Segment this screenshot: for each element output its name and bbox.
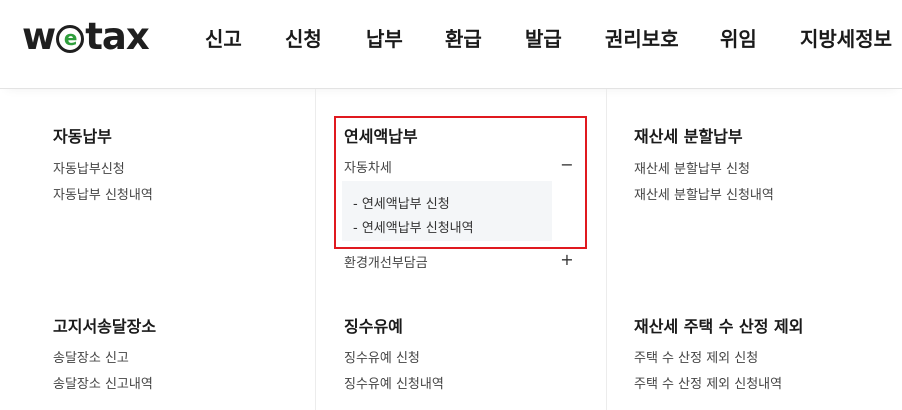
- nav-item-report[interactable]: 신고: [205, 24, 242, 54]
- nav-item-delegation[interactable]: 위임: [720, 24, 757, 54]
- deferral-history-link[interactable]: 징수유예 신청내역: [344, 373, 444, 392]
- plus-icon[interactable]: +: [560, 252, 574, 268]
- logo-e-icon: [56, 25, 85, 53]
- column-divider: [606, 89, 607, 410]
- annual-payment-apply-link[interactable]: - 연세액납부 신청: [353, 193, 450, 212]
- nav-item-payment[interactable]: 납부: [366, 24, 403, 54]
- logo-suffix: tax: [85, 15, 150, 58]
- house-count-title: 재산세 주택 수 산정 제외: [634, 317, 804, 336]
- notice-address-title: 고지서송달장소: [53, 317, 157, 336]
- header: wtax 신고 신청 납부 환급 발급 권리보호 위임 지방세정보: [0, 0, 902, 89]
- property-split-title: 재산세 분할납부: [634, 127, 743, 146]
- nav-item-issuance[interactable]: 발급: [525, 24, 562, 54]
- deferral-apply-link[interactable]: 징수유예 신청: [344, 347, 420, 366]
- vehicle-tax-item[interactable]: 자동차세: [344, 157, 392, 176]
- auto-payment-apply-link[interactable]: 자동납부신청: [53, 158, 125, 177]
- house-count-history-link[interactable]: 주택 수 산정 제외 신청내역: [634, 373, 782, 392]
- payment-mega-menu: 자동납부 자동납부신청 자동납부 신청내역 고지서송달장소 송달장소 신고 송달…: [0, 89, 902, 410]
- annual-payment-title: 연세액납부: [344, 127, 418, 146]
- logo-prefix: w: [22, 15, 56, 58]
- auto-payment-title: 자동납부: [53, 127, 112, 146]
- house-count-apply-link[interactable]: 주택 수 산정 제외 신청: [634, 347, 758, 366]
- notice-address-report-link[interactable]: 송달장소 신고: [53, 347, 129, 366]
- column-divider: [315, 89, 316, 410]
- wetax-logo[interactable]: wtax: [22, 15, 150, 59]
- notice-address-history-link[interactable]: 송달장소 신고내역: [53, 373, 153, 392]
- nav-item-refund[interactable]: 환급: [445, 24, 482, 54]
- nav-item-local-tax-info[interactable]: 지방세정보: [800, 24, 892, 54]
- property-split-apply-link[interactable]: 재산세 분할납부 신청: [634, 158, 750, 177]
- environment-charge-item[interactable]: 환경개선부담금: [344, 252, 428, 271]
- nav-item-apply[interactable]: 신청: [285, 24, 322, 54]
- nav-item-rights-protection[interactable]: 권리보호: [605, 24, 679, 54]
- auto-payment-history-link[interactable]: 자동납부 신청내역: [53, 184, 153, 203]
- annual-payment-history-link[interactable]: - 연세액납부 신청내역: [353, 217, 474, 236]
- minus-icon[interactable]: −: [560, 157, 574, 173]
- deferral-title: 징수유예: [344, 317, 403, 336]
- property-split-history-link[interactable]: 재산세 분할납부 신청내역: [634, 184, 774, 203]
